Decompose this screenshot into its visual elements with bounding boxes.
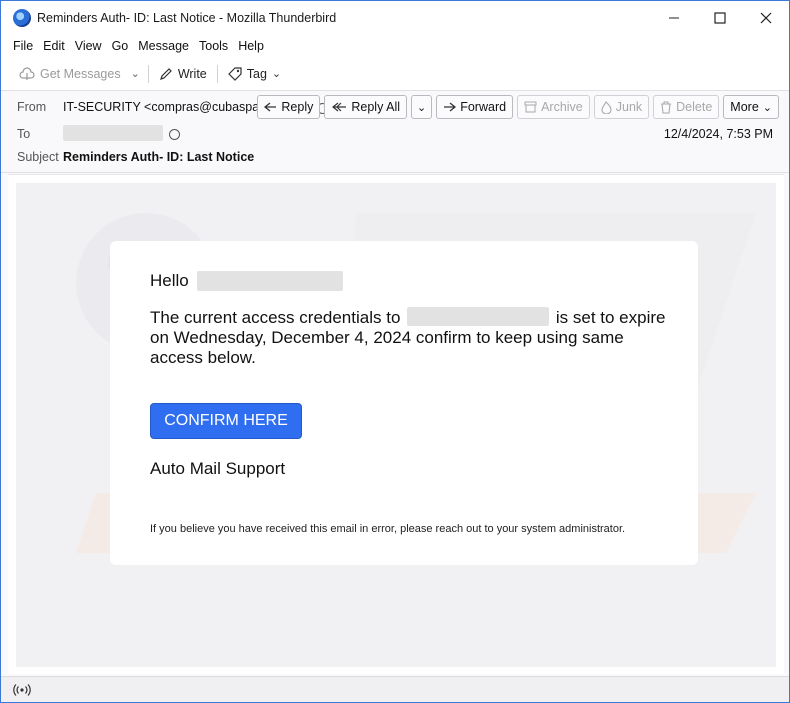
redacted-name	[196, 271, 343, 291]
reply-all-icon	[332, 102, 347, 112]
menu-view[interactable]: View	[70, 39, 107, 53]
close-button[interactable]	[743, 1, 789, 35]
to-label: To	[17, 127, 31, 141]
status-bar	[1, 676, 789, 702]
minimize-icon	[669, 17, 679, 19]
email-paragraph: The current access credentials to is set…	[150, 307, 670, 368]
menu-message[interactable]: Message	[133, 39, 194, 53]
chevron-down-icon: ⌄	[417, 101, 427, 114]
menu-file[interactable]: File	[8, 39, 38, 53]
wifi-broadcast-icon[interactable]	[13, 683, 31, 697]
delete-button[interactable]: Delete	[653, 95, 720, 119]
subject-label: Subject	[17, 150, 59, 164]
junk-button[interactable]: Junk	[593, 95, 650, 119]
forward-button[interactable]: Forward	[436, 95, 514, 119]
forward-label: Forward	[460, 100, 507, 114]
junk-flame-icon	[601, 100, 612, 114]
toolbar-separator	[216, 64, 218, 83]
reply-all-label: Reply All	[351, 100, 400, 114]
thunderbird-logo-icon	[13, 9, 31, 27]
maximize-icon	[714, 12, 726, 24]
archive-label: Archive	[541, 100, 583, 114]
cloud-download-icon	[19, 66, 35, 80]
signature: Auto Mail Support	[150, 459, 286, 478]
contact-icon[interactable]	[169, 128, 180, 140]
paragraph-part1: The current access credentials to	[150, 308, 401, 327]
message-action-bar: Reply Reply All ⌄ Forward Archive Junk D…	[257, 95, 779, 119]
menu-help[interactable]: Help	[233, 39, 269, 53]
junk-label: Junk	[615, 100, 643, 114]
pencil-icon	[159, 67, 172, 80]
thunderbird-window: Reminders Auth- ID: Last Notice - Mozill…	[0, 0, 790, 703]
main-toolbar: Get Messages ⌄ Write Tag ⌄	[1, 57, 789, 91]
chevron-down-icon: ⌄	[762, 101, 772, 114]
menu-go[interactable]: Go	[107, 39, 134, 53]
write-label: Write	[177, 66, 207, 81]
reply-label: Reply	[281, 100, 314, 114]
more-button[interactable]: More ⌄	[723, 95, 779, 119]
tag-button[interactable]: Tag ⌄	[222, 62, 287, 86]
forward-icon	[444, 102, 457, 112]
get-messages-button[interactable]: Get Messages	[13, 62, 127, 86]
window-controls	[651, 1, 789, 35]
reply-icon	[264, 102, 277, 112]
archive-button[interactable]: Archive	[517, 95, 590, 119]
toolbar-separator	[147, 64, 149, 83]
tag-icon	[227, 66, 242, 81]
message-subject: Reminders Auth- ID: Last Notice	[63, 150, 255, 164]
menu-bar: File Edit View Go Message Tools Help	[1, 35, 789, 57]
to-field[interactable]	[63, 125, 180, 141]
menu-tools[interactable]: Tools	[194, 39, 233, 53]
write-button[interactable]: Write	[153, 62, 213, 86]
title-bar: Reminders Auth- ID: Last Notice - Mozill…	[1, 1, 789, 35]
reply-all-dropdown[interactable]: ⌄	[411, 95, 433, 119]
confirm-button[interactable]: CONFIRM HERE	[150, 403, 302, 439]
chevron-down-icon: ⌄	[271, 68, 282, 80]
get-messages-label: Get Messages	[40, 66, 121, 81]
redacted-domain	[407, 307, 550, 326]
email-card: Hello The current access credentials to …	[110, 241, 698, 565]
message-body: Hello The current access credentials to …	[8, 174, 784, 674]
reply-button[interactable]: Reply	[257, 95, 321, 119]
message-date: 12/4/2024, 7:53 PM	[663, 127, 773, 141]
reply-all-button[interactable]: Reply All	[324, 95, 407, 119]
menu-edit[interactable]: Edit	[38, 39, 70, 53]
greeting-line: Hello	[150, 271, 343, 291]
window-title: Reminders Auth- ID: Last Notice - Mozill…	[37, 11, 337, 25]
maximize-button[interactable]	[697, 1, 743, 35]
tag-label: Tag	[246, 66, 267, 81]
redacted-recipient	[63, 125, 163, 141]
from-label: From	[17, 100, 47, 114]
greeting-text: Hello	[150, 271, 189, 290]
message-header: From IT-SECURITY <compras@cubaspa.com.pe…	[1, 91, 789, 173]
archive-icon	[524, 101, 537, 113]
delete-label: Delete	[676, 100, 713, 114]
close-icon	[760, 12, 772, 24]
more-label: More	[730, 100, 759, 114]
email-footnote: If you believe you have received this em…	[150, 523, 626, 535]
trash-icon	[661, 100, 672, 114]
minimize-button[interactable]	[651, 1, 697, 35]
email-background: Hello The current access credentials to …	[16, 183, 776, 667]
get-messages-dropdown-icon[interactable]: ⌄	[127, 67, 144, 80]
